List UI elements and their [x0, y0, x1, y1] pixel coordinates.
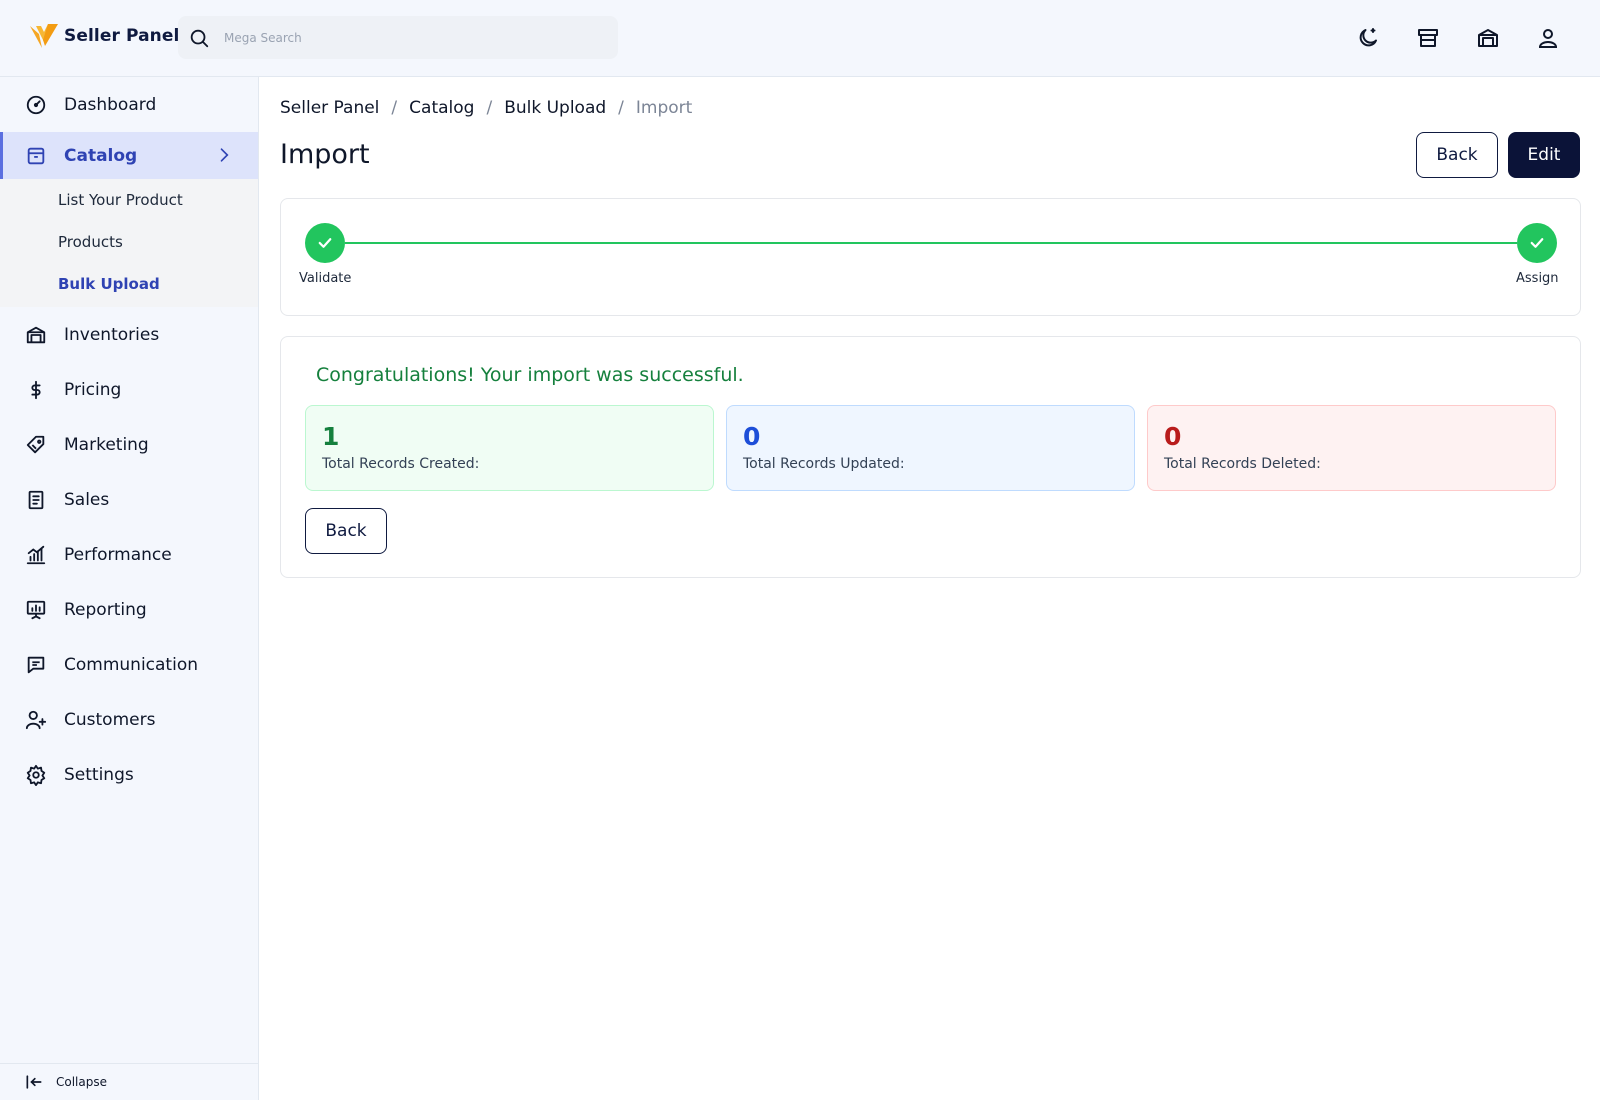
sidebar-item-label: Inventories	[64, 324, 160, 345]
sidebar-item-label: Communication	[64, 654, 198, 675]
page-title: Import	[280, 139, 370, 170]
bar-chart-icon	[25, 544, 47, 566]
catalog-submenu: List Your Product Products Bulk Upload	[0, 179, 258, 307]
collapse-label: Collapse	[56, 1075, 107, 1089]
sidebar-item-label: Sales	[64, 489, 110, 510]
catalog-icon	[25, 145, 47, 167]
sidebar-item-label: Customers	[64, 709, 156, 730]
sidebar-item-inventories[interactable]: Inventories	[0, 307, 258, 362]
stat-value: 0	[1164, 422, 1182, 451]
tag-icon	[25, 434, 47, 456]
sidebar-item-performance[interactable]: Performance	[0, 527, 258, 582]
submenu-item-bulk-upload[interactable]: Bulk Upload	[0, 263, 258, 305]
stat-value: 1	[322, 422, 340, 451]
dollar-icon	[25, 379, 47, 401]
sidebar-item-label: Reporting	[64, 599, 147, 620]
sidebar-item-label: Marketing	[64, 434, 149, 455]
stat-label: Total Records Created:	[322, 456, 480, 472]
step-label-validate: Validate	[299, 271, 352, 286]
search-input[interactable]	[224, 30, 584, 45]
submenu-item-list-your-product[interactable]: List Your Product	[0, 179, 258, 221]
breadcrumb-catalog[interactable]: Catalog	[409, 98, 474, 118]
storefront-icon[interactable]	[1414, 24, 1442, 52]
result-back-button[interactable]: Back	[305, 508, 387, 554]
breadcrumb-separator: /	[391, 98, 398, 118]
breadcrumb-separator: /	[618, 98, 624, 118]
sidebar-item-label: Performance	[64, 544, 172, 565]
check-icon	[318, 238, 332, 248]
header-actions	[1322, 24, 1562, 52]
top-header: Seller Panel	[0, 0, 1600, 77]
sidebar-item-settings[interactable]: Settings	[0, 747, 258, 802]
import-result-card: Congratulations! Your import was success…	[280, 336, 1581, 578]
mega-search[interactable]	[178, 16, 618, 59]
chat-icon	[25, 654, 47, 676]
main-content: Seller Panel / Catalog / Bulk Upload / I…	[260, 77, 1600, 1100]
step-label-assign: Assign	[1516, 271, 1559, 286]
dashboard-gauge-icon	[25, 94, 47, 116]
sidebar-item-catalog[interactable]: Catalog	[0, 132, 258, 179]
stat-value: 0	[743, 422, 761, 451]
sidebar-item-communication[interactable]: Communication	[0, 637, 258, 692]
sidebar-item-sales[interactable]: Sales	[0, 472, 258, 527]
presentation-chart-icon	[25, 599, 47, 621]
sidebar: Dashboard Catalog List Your Product Prod…	[0, 77, 259, 1100]
stat-records-created: 1 Total Records Created:	[305, 405, 714, 491]
sidebar-item-pricing[interactable]: Pricing	[0, 362, 258, 417]
sidebar-item-reporting[interactable]: Reporting	[0, 582, 258, 637]
edit-button[interactable]: Edit	[1508, 132, 1580, 178]
breadcrumb-separator: /	[486, 98, 493, 118]
brand-name: Seller Panel	[64, 26, 180, 46]
customers-icon	[25, 709, 47, 731]
stat-records-deleted: 0 Total Records Deleted:	[1147, 405, 1556, 491]
stat-label: Total Records Deleted:	[1164, 456, 1321, 472]
collapse-arrow-icon	[26, 1075, 42, 1089]
gear-icon	[25, 764, 47, 786]
theme-toggle-icon[interactable]	[1354, 24, 1382, 52]
warehouse-icon[interactable]	[1474, 24, 1502, 52]
sidebar-item-label: Dashboard	[64, 94, 157, 115]
sidebar-item-marketing[interactable]: Marketing	[0, 417, 258, 472]
chevron-right-icon	[220, 148, 229, 162]
success-message: Congratulations! Your import was success…	[316, 364, 744, 386]
stat-label: Total Records Updated:	[743, 456, 905, 472]
back-button[interactable]: Back	[1416, 132, 1498, 178]
breadcrumb: Seller Panel / Catalog / Bulk Upload / I…	[280, 98, 692, 118]
brand-logo-icon	[30, 24, 58, 48]
inventories-icon	[25, 324, 47, 346]
receipt-icon	[25, 489, 47, 511]
stat-records-updated: 0 Total Records Updated:	[726, 405, 1135, 491]
sidebar-item-customers[interactable]: Customers	[0, 692, 258, 747]
breadcrumb-current: Import	[635, 98, 693, 118]
check-icon	[1530, 238, 1544, 248]
submenu-item-products[interactable]: Products	[0, 221, 258, 263]
breadcrumb-bulk-upload[interactable]: Bulk Upload	[504, 98, 606, 118]
sidebar-item-label: Settings	[64, 764, 134, 785]
step-validate-complete	[305, 223, 345, 263]
sidebar-item-label: Catalog	[64, 145, 138, 166]
breadcrumb-seller-panel[interactable]: Seller Panel	[280, 98, 379, 118]
user-icon[interactable]	[1534, 24, 1562, 52]
import-stepper: Validate Assign	[280, 198, 1581, 316]
stepper-progress-line	[345, 242, 1517, 244]
sidebar-item-dashboard[interactable]: Dashboard	[0, 77, 258, 132]
collapse-sidebar-button[interactable]: Collapse	[0, 1063, 258, 1100]
sidebar-item-label: Pricing	[64, 379, 122, 400]
brand[interactable]: Seller Panel	[28, 20, 179, 52]
search-icon	[190, 29, 209, 47]
step-assign-complete	[1517, 223, 1557, 263]
